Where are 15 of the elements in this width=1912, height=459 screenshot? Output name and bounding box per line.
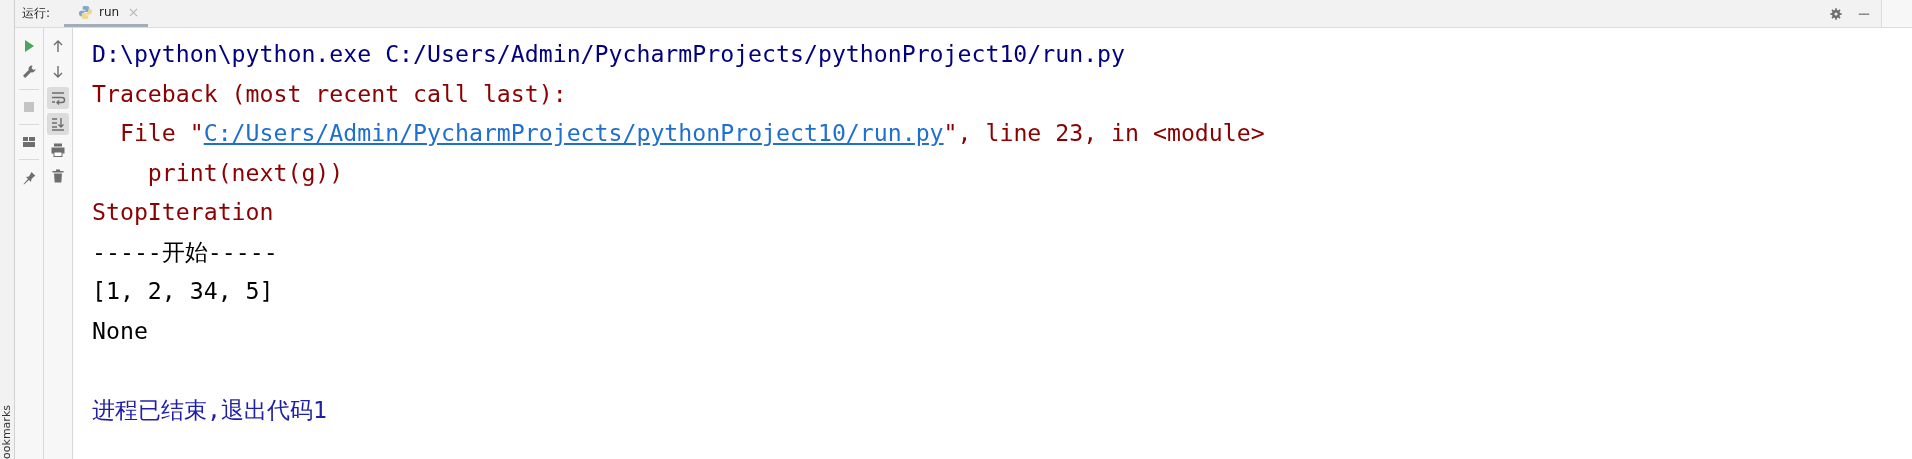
python-icon — [78, 4, 94, 20]
error-line: print(next(g)) — [146, 157, 344, 188]
run-label: 运行: — [21, 5, 52, 22]
run-tab[interactable]: run — [64, 0, 149, 27]
output-line: None — [92, 315, 148, 346]
error-line: StopIteration — [92, 197, 274, 227]
error-line: Traceback (most recent call last): — [92, 78, 567, 109]
file-link[interactable]: C:/Users/Admin/PycharmProjects/pythonProject10/run.py — [203, 119, 944, 146]
output-line: [1, 2, 34, 5] — [92, 276, 274, 306]
command-line: D:\python\python.exe C:/Users/Admin/PycharmProjects/pythonProject10/run.py — [92, 39, 1126, 69]
error-line: File "C:/Users/Admin/PycharmProjects/pythonProject10/run.py", line 23, in <module> — [118, 118, 1265, 148]
output-line: -----开始----- — [92, 236, 278, 267]
exit-message: 进程已结束,退出代码1 — [92, 394, 327, 425]
settings-icon[interactable] — [1829, 6, 1843, 21]
bookmarks-tab[interactable]: ookmarks — [1, 405, 13, 459]
